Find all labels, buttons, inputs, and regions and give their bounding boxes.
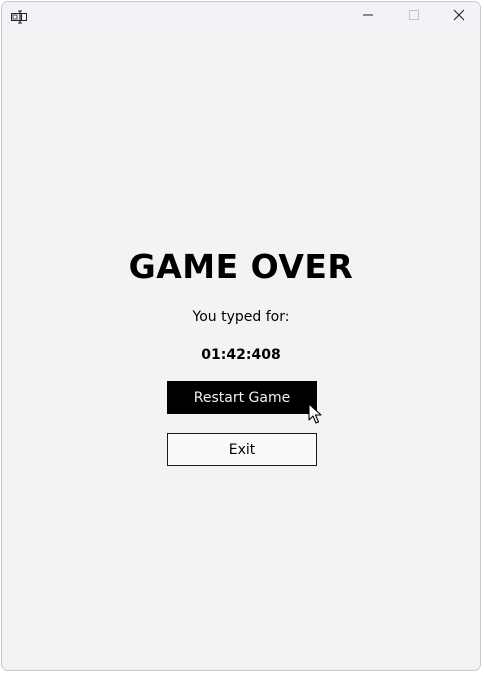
title-bar[interactable] xyxy=(2,2,480,32)
minimize-button[interactable] xyxy=(345,2,391,32)
close-icon xyxy=(453,8,465,26)
typing-time-value: 01:42:408 xyxy=(201,347,281,363)
app-window-icon xyxy=(11,10,27,24)
game-over-panel: GAME OVER You typed for: 01:42:408 Resta… xyxy=(2,32,480,670)
minimize-icon xyxy=(362,8,374,26)
game-over-heading: GAME OVER xyxy=(128,247,354,286)
mouse-pointer-icon xyxy=(308,403,322,425)
app-window: GAME OVER You typed for: 01:42:408 Resta… xyxy=(1,1,481,671)
exit-button[interactable]: Exit xyxy=(167,433,317,466)
exit-label: Exit xyxy=(228,441,256,458)
restart-game-button[interactable]: Restart Game xyxy=(167,381,317,414)
maximize-icon xyxy=(408,8,420,26)
close-button[interactable] xyxy=(436,2,480,32)
maximize-button xyxy=(391,2,437,32)
typed-for-label: You typed for: xyxy=(192,309,290,325)
restart-game-label: Restart Game xyxy=(193,389,291,406)
